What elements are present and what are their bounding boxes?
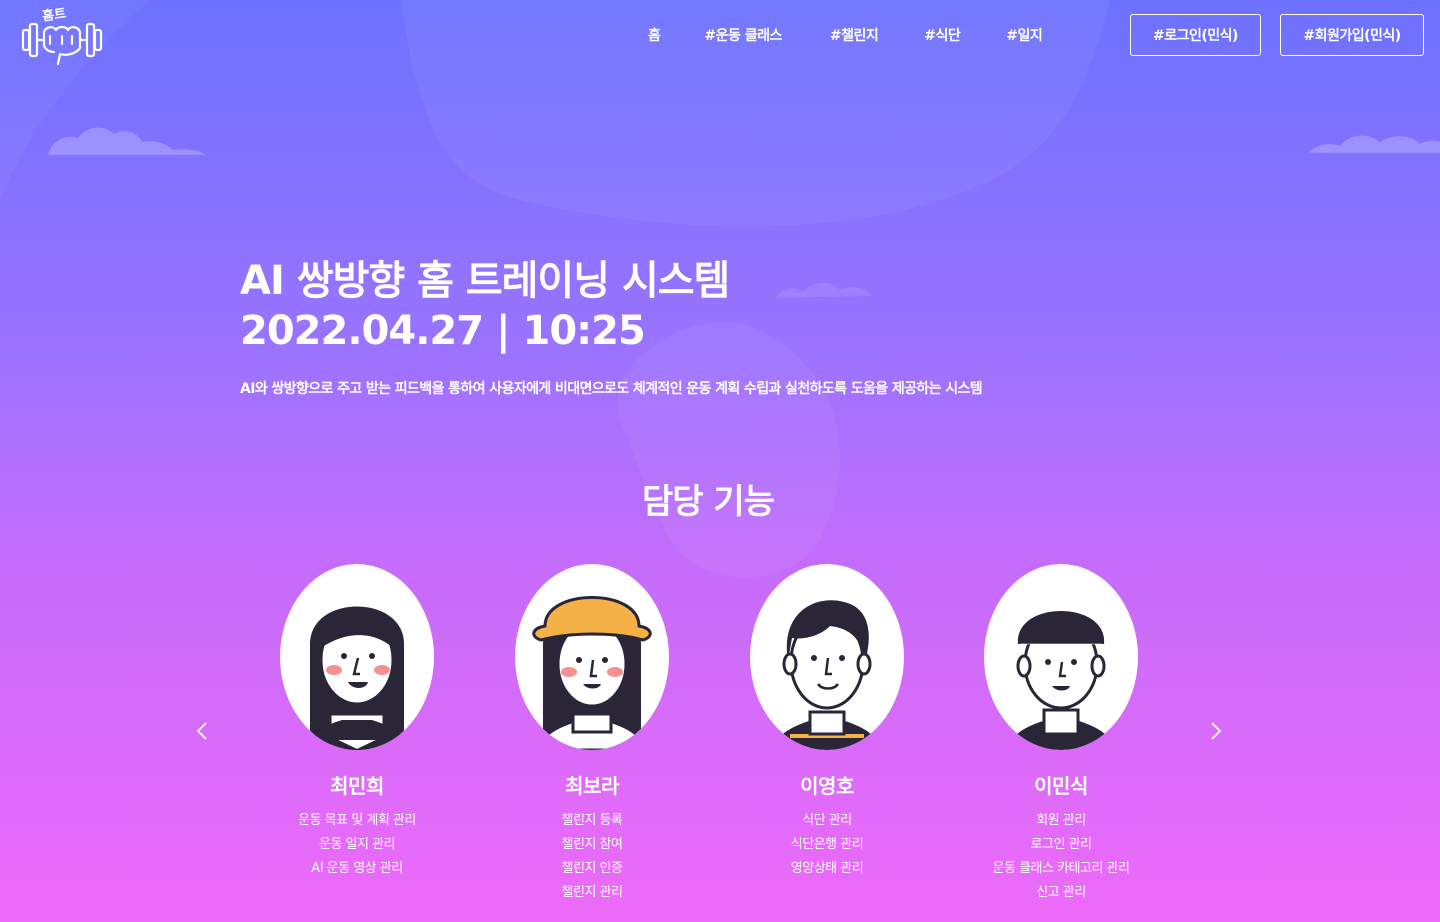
dumbbell-logo-icon[interactable]: 홈트 [20, 6, 104, 66]
duty-item: 회원 관리 [1036, 813, 1086, 828]
member-card[interactable]: 이영호 식단 관리 식단은행 관리 영양상태 관리 [727, 564, 927, 881]
duty-item: 신고 관리 [1036, 885, 1086, 900]
duty-item: 챌린지 등록 [561, 813, 623, 828]
duty-list: 챌린지 등록 챌린지 참여 챌린지 인증 챌린지 관리 [492, 809, 692, 905]
duty-list: 운동 목표 및 계획 관리 운동 일지 관리 AI 운동 영상 관리 [257, 809, 457, 881]
chevron-right-icon[interactable] [1202, 716, 1230, 746]
signup-button[interactable]: #회원가입(민식) [1280, 14, 1424, 56]
section-title: 담당 기능 [642, 482, 775, 522]
duty-item: 운동 클래스 카테고리 관리 [992, 861, 1130, 876]
duty-item: 운동 목표 및 계획 관리 [298, 813, 416, 828]
member-card[interactable]: 이민식 회원 관리 로그인 관리 운동 클래스 카테고리 관리 신고 관리 [961, 564, 1161, 905]
main-menu: 홈 #운동 클래스 #챌린지 #식단 #일지 [648, 22, 1043, 48]
duty-item: 챌린지 관리 [561, 885, 623, 900]
avatar [750, 564, 904, 750]
member-card[interactable]: 최민희 운동 목표 및 계획 관리 운동 일지 관리 AI 운동 영상 관리 [257, 564, 457, 881]
member-name: 최보라 [565, 774, 619, 798]
logo-text: 홈트 [41, 6, 68, 25]
hero-title: AI 쌍방향 홈 트레이닝 시스템 [240, 258, 730, 304]
duty-item: AI 운동 영상 관리 [311, 861, 403, 876]
duty-item: 로그인 관리 [1030, 837, 1092, 852]
member-carousel: 최민희 운동 목표 및 계획 관리 운동 일지 관리 AI 운동 영상 관리 최… [240, 564, 1176, 914]
duty-item: 식단은행 관리 [790, 837, 864, 852]
top-navigation: 홈트 홈 #운동 클래스 #챌린지 #식단 #일지 #로그인(민식) #회원가입… [0, 0, 1440, 70]
nav-home-link[interactable]: 홈 [648, 25, 661, 45]
avatar [984, 564, 1138, 750]
duty-item: 영양상태 관리 [790, 861, 864, 876]
avatar [515, 564, 669, 750]
duty-list: 식단 관리 식단은행 관리 영양상태 관리 [727, 809, 927, 881]
duty-list: 회원 관리 로그인 관리 운동 클래스 카테고리 관리 신고 관리 [961, 809, 1161, 905]
avatar [280, 564, 434, 750]
nav-challenge-link[interactable]: #챌린지 [830, 25, 879, 45]
hero-description: AI와 쌍방향으로 주고 받는 피드백을 통하여 사용자에게 비대면으로도 체계… [240, 381, 983, 397]
hero-section: AI 쌍방향 홈 트레이닝 시스템 2022.04.27 | 10:25 AI와… [240, 256, 1140, 398]
login-button[interactable]: #로그인(민식) [1130, 14, 1261, 56]
duty-item: 식단 관리 [802, 813, 852, 828]
duty-item: 챌린지 인증 [561, 861, 623, 876]
hero-date: 2022.04.27 | 10:25 [240, 308, 646, 354]
nav-journal-link[interactable]: #일지 [1006, 25, 1043, 45]
nav-workout-class-link[interactable]: #운동 클래스 [704, 25, 782, 45]
member-card[interactable]: 최보라 챌린지 등록 챌린지 참여 챌린지 인증 챌린지 관리 [492, 564, 692, 905]
nav-diet-link[interactable]: #식단 [924, 25, 961, 45]
duty-item: 챌린지 참여 [561, 837, 623, 852]
member-name: 최민희 [330, 774, 384, 798]
duty-item: 운동 일지 관리 [318, 837, 396, 852]
member-name: 이민식 [1034, 774, 1088, 798]
member-name: 이영호 [800, 774, 854, 798]
chevron-left-icon[interactable] [188, 716, 216, 746]
